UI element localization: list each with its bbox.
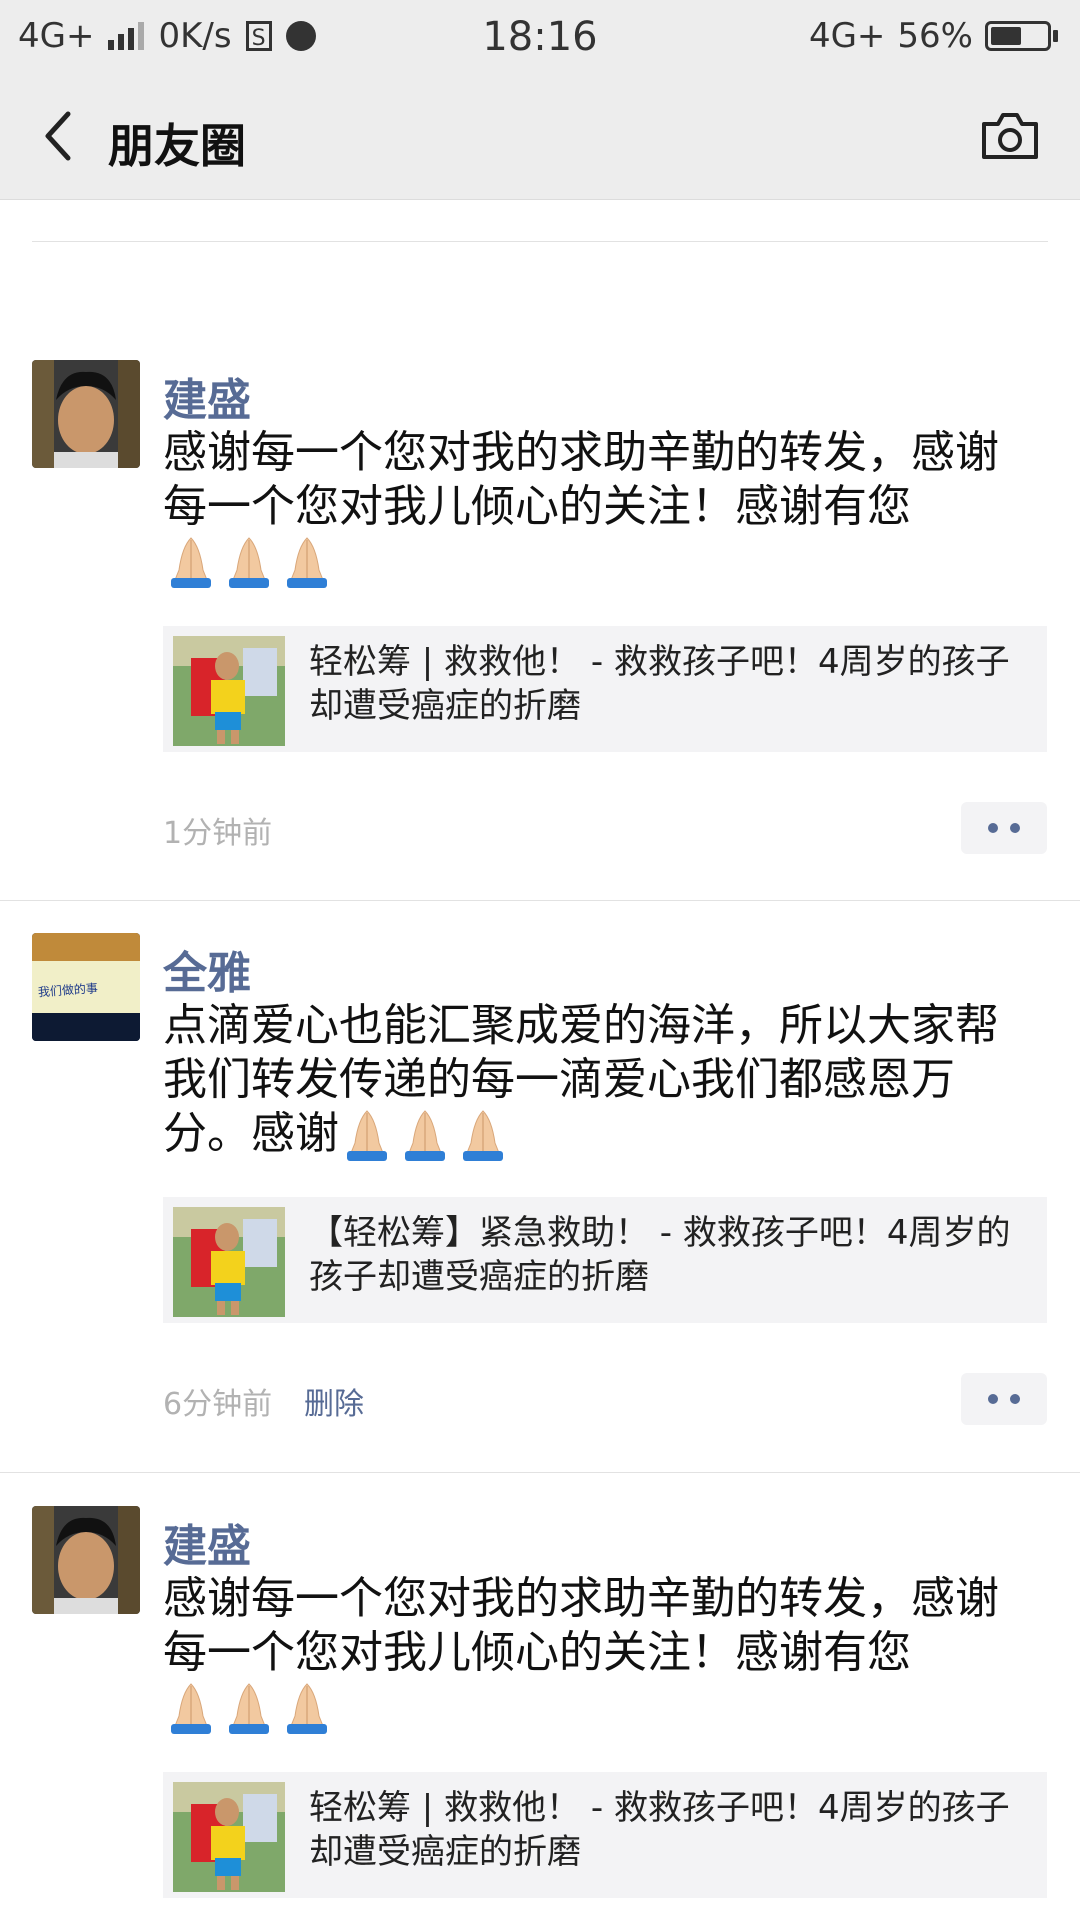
link-title: 轻松筹 | 救救他！ - 救救孩子吧！4周岁的孩子却遭受癌症的折磨 [309, 642, 1010, 726]
pray-icon [455, 1107, 511, 1161]
post-author[interactable]: 全雅 [163, 937, 251, 1001]
status-right: 4G+ 56% [809, 16, 1058, 56]
dot-icon [1010, 823, 1020, 833]
camera-button[interactable] [980, 110, 1040, 162]
post-time: 6分钟前 [163, 1387, 273, 1422]
post-divider [0, 1472, 1080, 1473]
avatar[interactable] [32, 1506, 140, 1614]
link-thumbnail [173, 636, 285, 746]
network-type-right: 4G+ [808, 16, 886, 56]
pray-emojis [163, 534, 335, 588]
avatar-photo [32, 360, 140, 468]
avatar[interactable]: 我们做的事 [32, 933, 140, 1041]
link-title: 【轻松筹】紧急救助！ - 救救孩子吧！4周岁的孩子却遭受癌症的折磨 [309, 1213, 1011, 1297]
link-thumbnail [173, 1207, 285, 1317]
pray-emojis [163, 1680, 335, 1734]
post-text-content: 点滴爱心也能汇聚成爱的海洋，所以大家帮我们转发传递的每一滴爱心我们都感恩万分。感… [163, 1000, 999, 1159]
post-text-content: 感谢每一个您对我的求助辛勤的转发，感谢每一个您对我儿倾心的关注！感谢有您 [163, 427, 999, 532]
dot-icon [988, 823, 998, 833]
post-author[interactable]: 建盛 [163, 364, 251, 428]
dot-icon [1010, 1394, 1020, 1404]
link-thumbnail [173, 1782, 285, 1892]
back-button[interactable] [30, 106, 90, 166]
top-divider [32, 241, 1048, 242]
pray-icon [221, 534, 277, 588]
post-divider [0, 900, 1080, 901]
post-text: 感谢每一个您对我的求助辛勤的转发，感谢每一个您对我儿倾心的关注！感谢有您 [163, 426, 1013, 588]
pray-icon [163, 1680, 219, 1734]
pray-icon [279, 1680, 335, 1734]
post-time: 1分钟前 [163, 816, 273, 851]
pray-emojis [339, 1107, 511, 1161]
avatar-photo: 我们做的事 [32, 933, 140, 1041]
shared-link-card[interactable]: 轻松筹 | 救救他！ - 救救孩子吧！4周岁的孩子却遭受癌症的折磨 [163, 626, 1047, 752]
post-text-content: 感谢每一个您对我的求助辛勤的转发，感谢每一个您对我儿倾心的关注！感谢有您 [163, 1573, 999, 1678]
pray-icon [163, 534, 219, 588]
shared-link-card[interactable]: 【轻松筹】紧急救助！ - 救救孩子吧！4周岁的孩子却遭受癌症的折磨 [163, 1197, 1047, 1323]
status-bar: 4G+ 0K/s S 18:16 4G+ 56% [0, 0, 1080, 72]
avatar[interactable] [32, 360, 140, 468]
pray-icon [221, 1680, 277, 1734]
back-arrow-icon [45, 111, 71, 161]
more-actions-button[interactable] [961, 1373, 1047, 1425]
page-title: 朋友圈 [108, 119, 246, 173]
delete-link[interactable]: 删除 [304, 1379, 364, 1423]
post-text: 感谢每一个您对我的求助辛勤的转发，感谢每一个您对我儿倾心的关注！感谢有您 [163, 1572, 1013, 1734]
link-title: 轻松筹 | 救救他！ - 救救孩子吧！4周岁的孩子却遭受癌症的折磨 [309, 1788, 1010, 1872]
pray-icon [339, 1107, 395, 1161]
post-text: 点滴爱心也能汇聚成爱的海洋，所以大家帮我们转发传递的每一滴爱心我们都感恩万分。感… [163, 999, 1013, 1161]
camera-icon [982, 113, 1038, 159]
pray-icon [397, 1107, 453, 1161]
shared-link-card[interactable]: 轻松筹 | 救救他！ - 救救孩子吧！4周岁的孩子却遭受癌症的折磨 [163, 1772, 1047, 1898]
dot-icon [988, 1394, 998, 1404]
avatar-photo [32, 1506, 140, 1614]
more-actions-button[interactable] [961, 802, 1047, 854]
battery-percent: 56% [897, 16, 973, 56]
pray-icon [279, 534, 335, 588]
post-author[interactable]: 建盛 [163, 1510, 251, 1574]
nav-bar: 朋友圈 [0, 72, 1080, 200]
battery-icon [985, 21, 1058, 51]
